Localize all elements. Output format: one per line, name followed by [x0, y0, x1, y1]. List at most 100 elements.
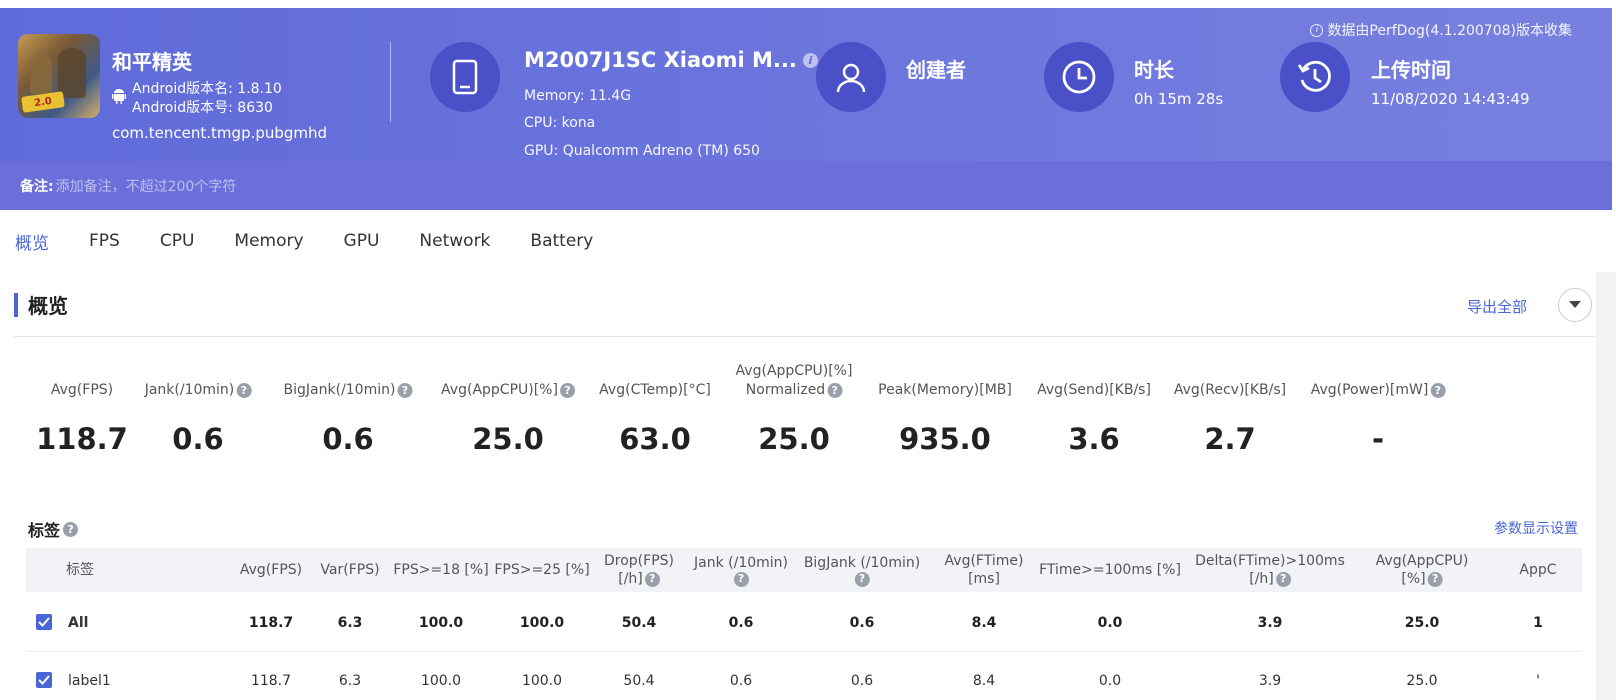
table-cell: 25.0 — [1406, 673, 1438, 689]
table-cell: 50.4 — [621, 615, 657, 631]
help-icon[interactable]: ? — [644, 571, 660, 587]
metric-label-text: Avg(Recv)[KB/s] — [1173, 382, 1287, 398]
labels-title: 标签 ? — [28, 517, 79, 541]
help-icon[interactable]: ? — [733, 571, 749, 587]
column-header-text: BigJank (/10min) — [803, 554, 921, 571]
metric-label: Peak(Memory)[MB] — [878, 362, 1012, 400]
duration-label: 时长 — [1134, 58, 1174, 82]
metric-label-text: Jank(/10min) — [144, 382, 235, 398]
package-name: com.tencent.tmgp.pubgmhd — [112, 124, 328, 142]
metric-item: Avg(Send)[KB/s] 3.6 — [1037, 362, 1151, 456]
table-cell: 3.9 — [1258, 673, 1282, 689]
upload-label: 上传时间 — [1371, 58, 1451, 82]
remark-bar[interactable]: 备注: 添加备注，不超过200个字符 — [0, 161, 1612, 210]
table-cell: 100.0 — [521, 673, 563, 689]
table-column-header: BigJank (/10min)? — [804, 548, 920, 592]
metric-item: Avg(AppCPU)[%] Normalized? 25.0 — [736, 362, 853, 456]
metric-value: 25.0 — [758, 422, 830, 456]
metric-label: Avg(Send)[KB/s] — [1037, 362, 1151, 400]
help-icon[interactable]: ? — [1430, 383, 1446, 398]
table-cell: 3.9 — [1257, 615, 1283, 631]
column-header-text: Avg(FTime) — [944, 553, 1024, 569]
section-title-text: 概览 — [28, 294, 68, 318]
column-header-unit: [/h] — [618, 571, 643, 587]
table-column-header: FPS>=25 [%] — [494, 548, 589, 592]
remark-input[interactable]: 添加备注，不超过200个字符 — [56, 176, 237, 196]
column-header-text: AppC — [1519, 562, 1557, 578]
param-settings-link[interactable]: 参数显示设置 — [1494, 518, 1578, 538]
table-cell: 0.6 — [849, 615, 875, 631]
check-icon — [38, 617, 50, 627]
device-gpu: GPU: Qualcomm Adreno (TM) 650 — [524, 143, 760, 159]
app-icon-figure — [58, 48, 86, 98]
expand-button[interactable] — [1558, 288, 1592, 322]
tab-fps[interactable]: FPS — [89, 231, 120, 251]
tab-network[interactable]: Network — [419, 231, 490, 251]
tab-battery[interactable]: Battery — [530, 231, 593, 251]
table-row[interactable]: label1 118.7 6.3 100.0 100.0 50.4 0.6 0.6 8.4 0.0… — [26, 652, 1582, 700]
row-checkbox[interactable] — [36, 614, 52, 630]
export-all-link[interactable]: 导出全部 — [1467, 296, 1527, 317]
table-cell: 118.7 — [248, 615, 294, 631]
tablet-icon — [452, 59, 478, 95]
metric-value: 935.0 — [899, 422, 991, 456]
table-column-header: FTime>=100ms [%] — [1039, 548, 1181, 592]
upload-value: 11/08/2020 14:43:49 — [1371, 90, 1530, 108]
table-cell: 0.0 — [1097, 615, 1123, 631]
android-version-info: Android版本名: 1.8.10 Android版本号: 8630 — [112, 80, 282, 118]
column-header-text: Delta(FTime)>100ms — [1195, 553, 1345, 569]
row-checkbox[interactable] — [36, 672, 52, 688]
column-header-unit: [/h] — [1249, 571, 1274, 587]
table-column-header: FPS>=18 [%] — [393, 548, 488, 592]
row-label: label1 — [68, 673, 111, 689]
help-icon[interactable]: ? — [63, 521, 79, 537]
android-icon — [112, 89, 126, 104]
duration-icon-circle — [1044, 42, 1114, 112]
section-title: 概览 — [14, 290, 68, 319]
column-header-unit: [ms] — [968, 571, 1000, 587]
table-row[interactable]: All 118.7 6.3 100.0 100.0 50.4 0.6 0.6 8.4 0.0 3.9… — [26, 594, 1582, 652]
table-column-header: Avg(AppCPU) [%]? — [1376, 548, 1469, 592]
device-title: M2007J1SC Xiaomi M... i — [524, 48, 818, 72]
header-banner: i 数据由PerfDog(4.1.200708)版本收集 2.0 和平精英 An… — [0, 8, 1612, 210]
android-version-name: Android版本名: 1.8.10 — [132, 81, 282, 97]
help-icon[interactable]: ? — [1275, 571, 1291, 587]
help-icon[interactable]: ? — [1427, 571, 1443, 587]
help-icon[interactable]: ? — [827, 383, 843, 398]
metric-value: 25.0 — [472, 422, 544, 456]
table-cell: 1 — [1533, 615, 1543, 631]
help-icon[interactable]: ? — [559, 383, 575, 398]
tab-cpu[interactable]: CPU — [160, 231, 195, 251]
tab-overview[interactable]: 概览 — [15, 229, 49, 254]
tab-gpu[interactable]: GPU — [344, 231, 380, 251]
metric-label: Avg(AppCPU)[%]? — [441, 362, 575, 400]
metric-value: 2.7 — [1204, 422, 1256, 456]
column-header-text: 标签 — [66, 562, 94, 578]
labels-title-text: 标签 — [28, 521, 61, 540]
divider — [390, 42, 391, 122]
table-cell: 0.0 — [1098, 673, 1122, 689]
upload-icon-circle — [1280, 42, 1350, 112]
table-cell: 0.6 — [850, 673, 874, 689]
table-column-header: Avg(FPS) — [240, 548, 302, 592]
metric-item: Peak(Memory)[MB] 935.0 — [878, 362, 1012, 456]
tab-memory[interactable]: Memory — [234, 231, 303, 251]
table-column-header: AppC — [1519, 548, 1556, 592]
history-icon — [1297, 60, 1331, 92]
table-cell: ' — [1536, 673, 1540, 689]
metric-item: Avg(Recv)[KB/s] 2.7 — [1173, 362, 1287, 456]
info-icon[interactable]: i — [802, 52, 818, 68]
metric-item: Avg(Power)[mW]? - — [1311, 362, 1446, 456]
column-header-text: Avg(FPS) — [239, 562, 303, 578]
device-memory: Memory: 11.4G — [524, 88, 632, 104]
column-header-text: Drop(FPS) — [604, 553, 674, 569]
help-icon[interactable]: ? — [854, 571, 870, 587]
table-cell: 6.3 — [337, 615, 363, 631]
metric-label: BigJank(/10min)? — [284, 362, 413, 400]
creator-label: 创建者 — [906, 58, 966, 82]
metric-label: Avg(AppCPU)[%] Normalized? — [736, 362, 852, 400]
table-cell: 0.6 — [728, 615, 754, 631]
help-icon[interactable]: ? — [236, 383, 252, 398]
metric-label-text: Peak(Memory)[MB] — [878, 382, 1012, 398]
help-icon[interactable]: ? — [397, 383, 413, 398]
